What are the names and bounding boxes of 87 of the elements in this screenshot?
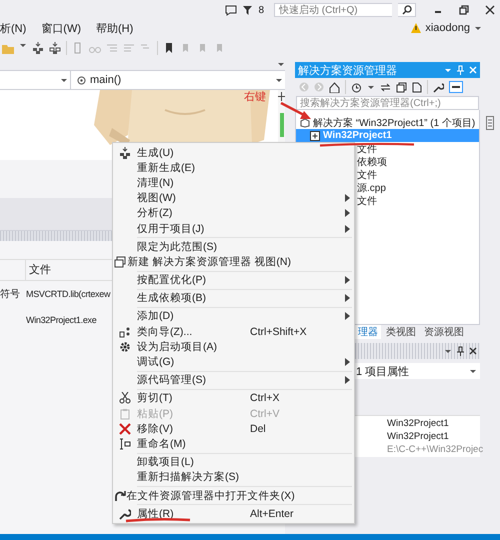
menu-item[interactable]: 帮助(H) [96,20,140,36]
column-header[interactable]: 文件 [26,260,51,280]
menu-item[interactable]: 移除(V) Del [113,421,354,436]
warning-icon [411,23,422,33]
panel-tab[interactable]: 理器 [355,325,381,339]
wrench-icon [119,508,131,520]
menu-item[interactable]: 设为启动项目(A) [113,339,354,354]
collapse-button[interactable] [449,81,463,93]
solution-icon [300,118,310,128]
tree-item[interactable]: 解决方案 “Win32Project1” (1 个项目) [296,116,479,129]
function-icon [77,76,86,84]
close-icon[interactable] [469,347,477,355]
curved-arrow-icon [114,490,126,502]
home-icon[interactable] [329,82,340,92]
cross-icon [119,422,131,435]
build-icon [119,146,131,159]
search-button[interactable] [398,3,416,17]
menu-item[interactable]: 新建 解决方案资源管理器 视图(N) [113,254,354,270]
sync-icon[interactable] [380,82,391,92]
menu-item[interactable]: 重命名(M) [113,436,354,452]
splitter-icon[interactable] [278,92,285,101]
panel-tab[interactable]: 资源视图 [421,325,467,339]
caret-icon [60,77,68,83]
menu-item[interactable]: 属性(R) Alt+Enter [113,506,354,522]
feedback-icon[interactable] [225,4,238,16]
table-cell: MSVCRTD.lib(crtexew [25,289,110,299]
menu-item[interactable]: 视图(W) [113,190,354,206]
submenu-arrow-icon [344,358,350,366]
underline-mark [124,517,192,523]
table-cell: Win32Project1.exe [25,315,96,325]
quick-launch-field[interactable]: 快速启动 (Ctrl+Q) [274,3,392,17]
clipboard-icon [119,408,131,420]
menu-item[interactable]: 限定为此范围(S) [113,239,354,254]
menu-item[interactable]: 生成依赖项(B) [113,290,354,306]
table-cell-text: 符号 [0,288,21,301]
property-value: Win32Project1 [386,431,449,444]
caret-icon[interactable] [277,61,285,67]
change-bar [280,113,284,137]
search-icon [402,5,412,15]
user-name[interactable]: xiaodong [425,22,470,34]
submenu-arrow-icon [344,294,350,302]
gear-icon [119,340,131,353]
document-icon[interactable] [412,82,422,92]
scissors-icon [119,392,131,404]
menu-item[interactable]: 重新扫描解决方案(S) [113,470,354,485]
menu-item[interactable]: 分析(Z) [113,206,354,221]
wrench-icon[interactable] [433,82,444,92]
submenu-arrow-icon [344,276,350,284]
side-tab-icon[interactable] [486,116,494,130]
property-value: Win32Project1 [386,418,449,431]
panel-title: 解决方案资源管理器 [298,64,398,78]
caret-icon[interactable] [444,348,452,354]
menu-item[interactable]: 生成(U) [113,145,354,160]
notification-count: 8 [258,4,264,16]
menu-item[interactable]: 清理(N) [113,175,354,191]
caret-icon [469,368,477,374]
clock-icon[interactable] [351,82,362,92]
caret-icon [275,77,283,83]
pin-icon[interactable] [457,346,464,356]
caret-icon[interactable] [444,67,452,73]
menu-item[interactable]: 按配置优化(P) [113,272,354,288]
menu-item[interactable]: 仅用于项目(J) [113,220,354,236]
caret-icon[interactable] [367,84,375,90]
submenu-arrow-icon [344,376,350,384]
menu-item[interactable]: 重新生成(E) [113,160,354,176]
menu-item[interactable]: 在文件资源管理器中打开文件夹(X) [113,488,354,504]
bookmark-icon[interactable] [163,42,175,54]
close-icon[interactable] [485,5,495,15]
stack-icon[interactable] [49,42,61,54]
filter-icon[interactable] [243,5,252,15]
annotation-label: 右键 [244,90,266,104]
submenu-arrow-icon [344,312,350,320]
menu-item[interactable]: 剪切(T) Ctrl+X [113,390,354,406]
caret-icon[interactable] [474,25,482,31]
restore-icon[interactable] [459,5,469,15]
menu-item[interactable]: 类向导(Z)... Ctrl+Shift+X [113,324,354,340]
copy-icon[interactable] [396,82,407,92]
stack-icon[interactable] [32,42,44,54]
rename-icon [119,438,131,450]
menu-item[interactable]: 添加(D) [113,308,354,324]
member-name: main() [90,74,122,86]
search-field[interactable]: 搜索解决方案资源管理器(Ctrl+;) [296,96,479,110]
panel-tab[interactable]: 类视图 [383,325,419,339]
menu-item[interactable]: 卸载项目(L) [113,454,354,470]
menu-item[interactable]: 窗口(W) [41,20,88,36]
menu-item[interactable]: 析(N) [0,20,34,36]
property-value: E:\C-C++\Win32Projec [386,444,484,457]
